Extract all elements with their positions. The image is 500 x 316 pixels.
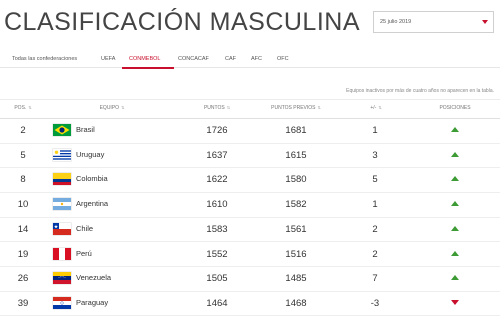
tab-all[interactable]: Todas las confederaciones <box>12 56 77 62</box>
team-name[interactable]: Perú <box>76 249 92 258</box>
row-pos: 5 <box>20 149 26 161</box>
argentina-flag-icon <box>53 198 71 211</box>
brazil-flag-icon <box>53 124 71 136</box>
page-title: CLASIFICACIÓN MASCULINA <box>4 8 361 36</box>
row-points: 1637 <box>206 149 228 161</box>
arrow-up-icon <box>451 127 459 132</box>
column-header-positions: POSICIONES <box>439 105 471 111</box>
tab-afc[interactable]: AFC <box>251 56 262 62</box>
row-pos: 2 <box>20 125 26 136</box>
table-row[interactable]: 39 Paraguay 1464 1468 -3 <box>0 291 500 316</box>
row-change: 3 <box>372 149 378 161</box>
arrow-down-icon <box>451 299 459 305</box>
venezuela-flag-icon <box>53 272 71 285</box>
arrow-up-icon <box>451 225 459 231</box>
chevron-down-icon <box>482 20 488 24</box>
team-name[interactable]: Paraguay <box>76 298 108 307</box>
row-prev-points: 1468 <box>285 297 307 309</box>
row-prev-points: 1485 <box>285 273 307 285</box>
uruguay-flag-icon <box>53 148 71 161</box>
sort-icon: ⇅ <box>317 105 321 110</box>
table-row[interactable]: 5 Uruguay 1637 1615 3 <box>0 143 500 169</box>
row-change: 1 <box>372 199 378 211</box>
tab-concacaf[interactable]: CONCACAF <box>178 56 209 62</box>
table-row[interactable]: 2 Brasil 1726 1681 1 <box>0 118 500 144</box>
sort-icon: ⇅ <box>28 105 32 110</box>
row-prev-points: 1561 <box>285 223 307 235</box>
row-pos: 10 <box>17 199 29 211</box>
paraguay-flag-icon <box>53 296 71 309</box>
column-header-change[interactable]: +/- ⇅ <box>370 105 381 111</box>
team-name[interactable]: Colombia <box>76 174 108 183</box>
column-header-prev-points-label: PUNTOS PREVIOS <box>271 105 316 111</box>
inactive-teams-note: Equipos inactivos por más de cuatro años… <box>346 88 494 94</box>
team-name[interactable]: Chile <box>76 224 93 233</box>
team-name[interactable]: Venezuela <box>76 273 111 282</box>
tab-ofc[interactable]: OFC <box>277 56 289 62</box>
row-change: 5 <box>372 174 378 186</box>
row-change: 2 <box>372 248 378 260</box>
row-points: 1464 <box>206 297 228 309</box>
sort-icon: ⇅ <box>378 105 382 110</box>
row-points: 1552 <box>206 248 228 260</box>
table-row[interactable]: 26 Venezuela 1505 1485 7 <box>0 266 500 292</box>
arrow-up-icon <box>451 250 459 256</box>
table-row[interactable]: 19 Perú 1552 1516 2 <box>0 242 500 267</box>
row-prev-points: 1615 <box>285 149 307 161</box>
chile-flag-icon <box>53 222 71 235</box>
row-pos: 39 <box>17 297 29 309</box>
row-points: 1622 <box>206 174 228 186</box>
column-header-points-label: PUNTOS <box>203 105 225 111</box>
column-header-team[interactable]: EQUIPO ⇅ <box>100 105 125 111</box>
row-change: 7 <box>372 273 378 285</box>
sort-icon: ⇅ <box>121 105 125 110</box>
confederation-tabs: Todas las confederaciones UEFA CONMEBOL … <box>0 53 500 68</box>
row-prev-points: 1681 <box>285 125 307 136</box>
date-select-value: 25 julio 2019 <box>380 19 412 25</box>
row-points: 1726 <box>206 125 228 136</box>
arrow-up-icon <box>451 151 459 157</box>
row-prev-points: 1580 <box>285 174 307 186</box>
row-points: 1583 <box>206 223 228 235</box>
tab-conmebol[interactable]: CONMEBOL <box>129 56 160 62</box>
date-select[interactable]: 25 julio 2019 <box>373 11 494 33</box>
column-header-points[interactable]: PUNTOS ⇅ <box>204 105 230 111</box>
team-name[interactable]: Brasil <box>76 125 95 134</box>
row-change: 2 <box>372 223 378 235</box>
row-pos: 26 <box>17 273 29 285</box>
table-row[interactable]: 8 Colombia 1622 1580 5 <box>0 167 500 193</box>
row-change: -3 <box>370 297 380 309</box>
active-tab-indicator <box>122 67 174 69</box>
column-header-pos-label: POS. <box>14 105 27 111</box>
tab-uefa[interactable]: UEFA <box>101 56 115 62</box>
table-row[interactable]: 14 Chile 1583 1561 2 <box>0 217 500 243</box>
peru-flag-icon <box>53 247 71 260</box>
arrow-up-icon <box>451 275 459 281</box>
sort-icon: ⇅ <box>226 105 231 110</box>
row-prev-points: 1516 <box>285 248 307 260</box>
row-pos: 8 <box>20 174 26 186</box>
column-header-change-label: +/- <box>370 105 377 111</box>
arrow-up-icon <box>451 201 459 207</box>
row-prev-points: 1582 <box>285 199 307 211</box>
row-points: 1505 <box>206 273 228 285</box>
table-row[interactable]: 10 Argentina 1610 1582 1 <box>0 192 500 218</box>
row-points: 1610 <box>206 199 228 211</box>
row-pos: 14 <box>17 223 29 235</box>
table-header: POS. ⇅ EQUIPO ⇅ PUNTOS ⇅ PUNTOS PREVIOS ⇅ +/… <box>0 99 500 119</box>
column-header-pos[interactable]: POS. ⇅ <box>14 105 31 111</box>
row-change: 1 <box>372 125 378 136</box>
arrow-up-icon <box>451 176 459 182</box>
team-name[interactable]: Argentina <box>76 199 108 208</box>
column-header-prev-points[interactable]: PUNTOS PREVIOS ⇅ <box>271 105 321 111</box>
tab-caf[interactable]: CAF <box>225 56 236 62</box>
column-header-team-label: EQUIPO <box>99 105 120 111</box>
colombia-flag-icon <box>53 173 71 186</box>
row-pos: 19 <box>17 248 29 260</box>
team-name[interactable]: Uruguay <box>76 150 104 159</box>
